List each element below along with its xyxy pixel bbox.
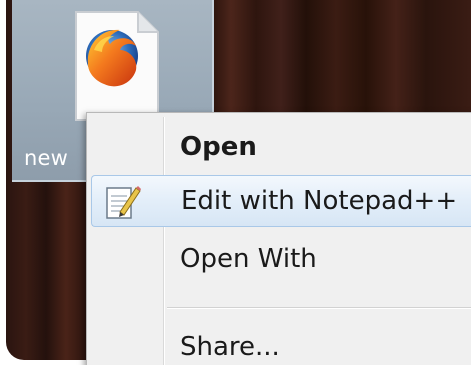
desktop-icon-label[interactable]: new	[24, 146, 68, 170]
menu-item-label: Open	[180, 132, 257, 162]
menu-item-open-with[interactable]: Open With	[91, 235, 471, 283]
menu-item-share[interactable]: Share...	[91, 323, 471, 365]
menu-item-edit-with-notepad[interactable]: Edit with Notepad++	[91, 175, 471, 227]
menu-separator	[167, 307, 471, 309]
notepad-plus-plus-icon	[106, 186, 141, 219]
screenshot-frame: new Open Edit with Notepad++ Open With S…	[0, 0, 471, 365]
context-menu: Open Edit with Notepad++ Open With Share…	[86, 112, 471, 365]
menu-item-label: Open With	[180, 244, 317, 274]
menu-item-label: Share...	[180, 332, 280, 362]
menu-item-label: Edit with Notepad++	[181, 186, 458, 216]
firefox-document-icon[interactable]	[72, 10, 162, 122]
menu-item-open[interactable]: Open	[91, 123, 471, 171]
